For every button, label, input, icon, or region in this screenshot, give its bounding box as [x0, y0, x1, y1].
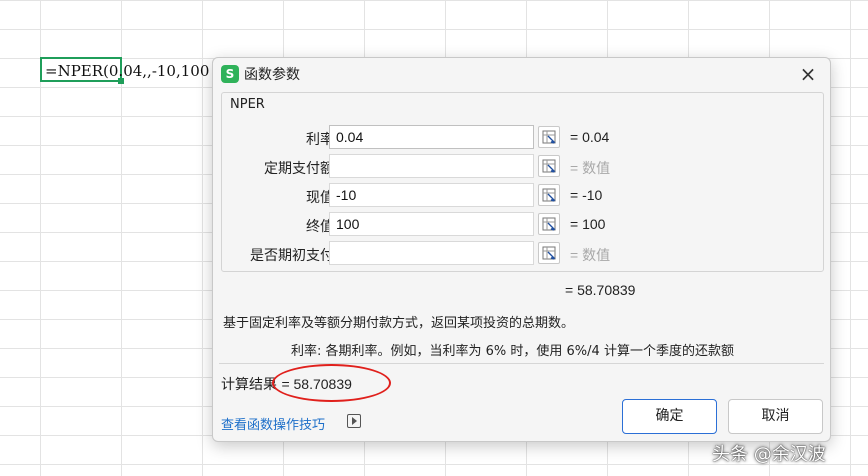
wps-logo-icon: S [221, 65, 239, 83]
arg-result-rate: = 0.04 [570, 129, 610, 145]
close-button[interactable]: × [796, 62, 820, 86]
function-description: 基于固定利率及等额分期付款方式，返回某项投资的总期数。 [223, 316, 575, 331]
ok-button[interactable]: 确定 [622, 399, 717, 434]
dialog-titlebar[interactable]: S 函数参数 × [213, 58, 830, 90]
arg-result-pmt: = 数值 [570, 160, 611, 176]
range-select-icon [542, 217, 556, 231]
calc-result-label: 计算结果 [221, 377, 277, 393]
arg-row-pmt: 定期支付额 = 数值 [222, 154, 822, 180]
help-link[interactable]: 查看函数操作技巧 [221, 414, 325, 433]
arg-result-fv: = 100 [570, 216, 606, 232]
range-select-button[interactable] [538, 184, 560, 206]
fv-input[interactable] [329, 212, 534, 236]
arg-result-pv: = -10 [570, 187, 603, 203]
arg-row-pv: 现值 = -10 [222, 183, 822, 209]
parameter-help: 利率: 各期利率。例如，当利率为 6% 时，使用 6%/4 计算一个季度的还款额 [291, 344, 734, 359]
watermark: 头条 @余汉波 [712, 444, 826, 465]
divider [219, 363, 824, 364]
function-arguments-dialog: S 函数参数 × NPER 利率 = 0.04 定期支付额 = 数值 现值 [212, 57, 831, 442]
arg-row-fv: 终值 = 100 [222, 212, 822, 238]
type-input[interactable] [329, 241, 534, 265]
range-select-icon [542, 159, 556, 173]
pmt-input[interactable] [329, 154, 534, 178]
range-select-icon [542, 246, 556, 260]
range-select-button[interactable] [538, 155, 560, 177]
formula-result: = 58.70839 [565, 282, 636, 298]
arg-result-type: = 数值 [570, 247, 611, 263]
arg-row-rate: 利率 = 0.04 [222, 125, 822, 151]
range-select-icon [542, 130, 556, 144]
cell-formula-text: =NPER(0.04,,-10,100 [45, 62, 210, 80]
range-select-button[interactable] [538, 213, 560, 235]
range-select-button[interactable] [538, 242, 560, 264]
range-select-button[interactable] [538, 126, 560, 148]
dialog-title: 函数参数 [244, 67, 300, 83]
rate-input[interactable] [329, 125, 534, 149]
play-video-icon[interactable] [347, 414, 361, 428]
cancel-button[interactable]: 取消 [728, 399, 823, 434]
pv-input[interactable] [329, 183, 534, 207]
function-name: NPER [230, 97, 265, 112]
arguments-group: NPER 利率 = 0.04 定期支付额 = 数值 现值 = -10 [221, 92, 824, 272]
arg-row-type: 是否期初支付 = 数值 [222, 241, 822, 267]
arg-label-pmt: 定期支付额 [264, 161, 334, 177]
arg-label-type: 是否期初支付 [250, 248, 334, 264]
range-select-icon [542, 188, 556, 202]
red-circle-annotation [272, 364, 391, 402]
